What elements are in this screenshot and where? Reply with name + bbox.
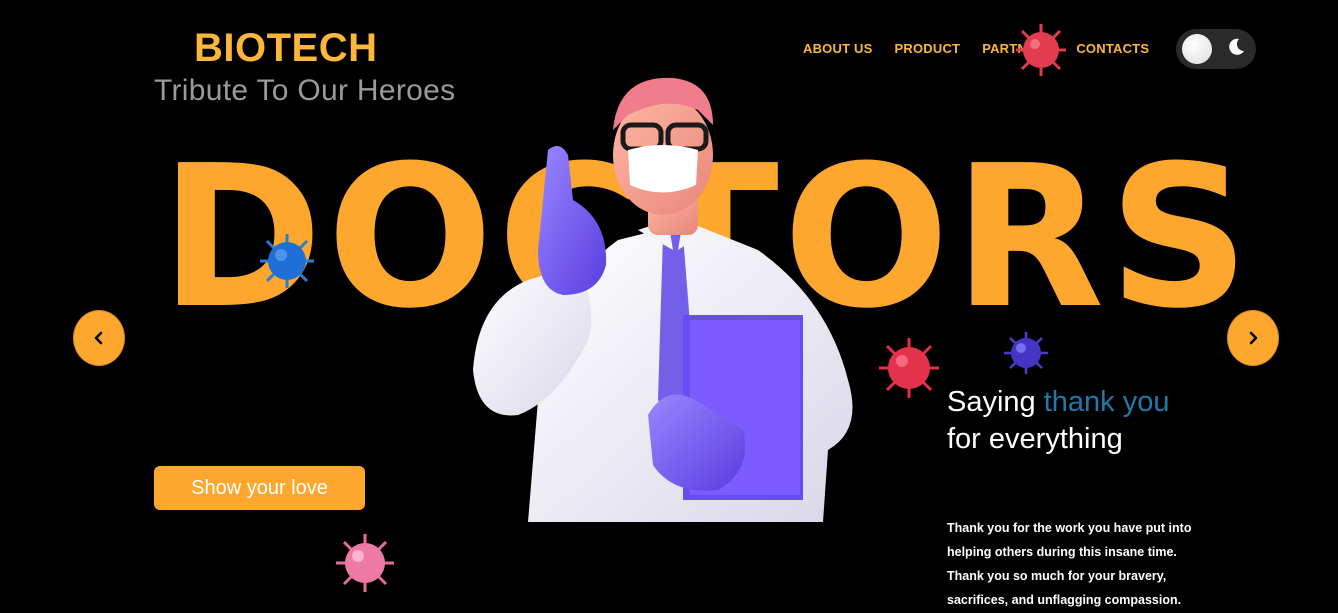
chevron-left-icon (94, 331, 103, 345)
main-nav: ABOUT US PRODUCT PARTNERS CONTACTS (803, 41, 1149, 56)
theme-toggle[interactable] (1176, 29, 1256, 69)
brand-title: BIOTECH (194, 26, 378, 70)
thanks-body-text: Thank you for the work you have put into… (947, 521, 1192, 607)
thanks-prefix: Saying (947, 386, 1044, 418)
nav-product[interactable]: PRODUCT (895, 41, 961, 56)
virus-purple-icon (1004, 332, 1048, 374)
virus-blue-icon (260, 234, 314, 288)
brand-tagline: Tribute To Our Heroes (154, 74, 456, 107)
prev-slide-button[interactable] (73, 310, 125, 366)
virus-red-icon-2 (879, 338, 939, 398)
thanks-highlight: thank you (1043, 386, 1170, 418)
chevron-right-icon (1249, 331, 1258, 345)
virus-pink-icon (336, 534, 394, 592)
thanks-suffix: for everything (947, 423, 1123, 455)
next-slide-button[interactable] (1227, 310, 1279, 366)
moon-icon (1229, 38, 1244, 55)
show-love-button[interactable]: Show your love (154, 466, 365, 510)
doctor-illustration (473, 77, 853, 522)
thanks-heading: Saying thank you for everything (947, 384, 1170, 458)
nav-about-us[interactable]: ABOUT US (803, 41, 873, 56)
nav-contacts[interactable]: CONTACTS (1076, 41, 1149, 56)
toggle-knob (1182, 34, 1212, 64)
virus-red-icon (1016, 24, 1066, 76)
